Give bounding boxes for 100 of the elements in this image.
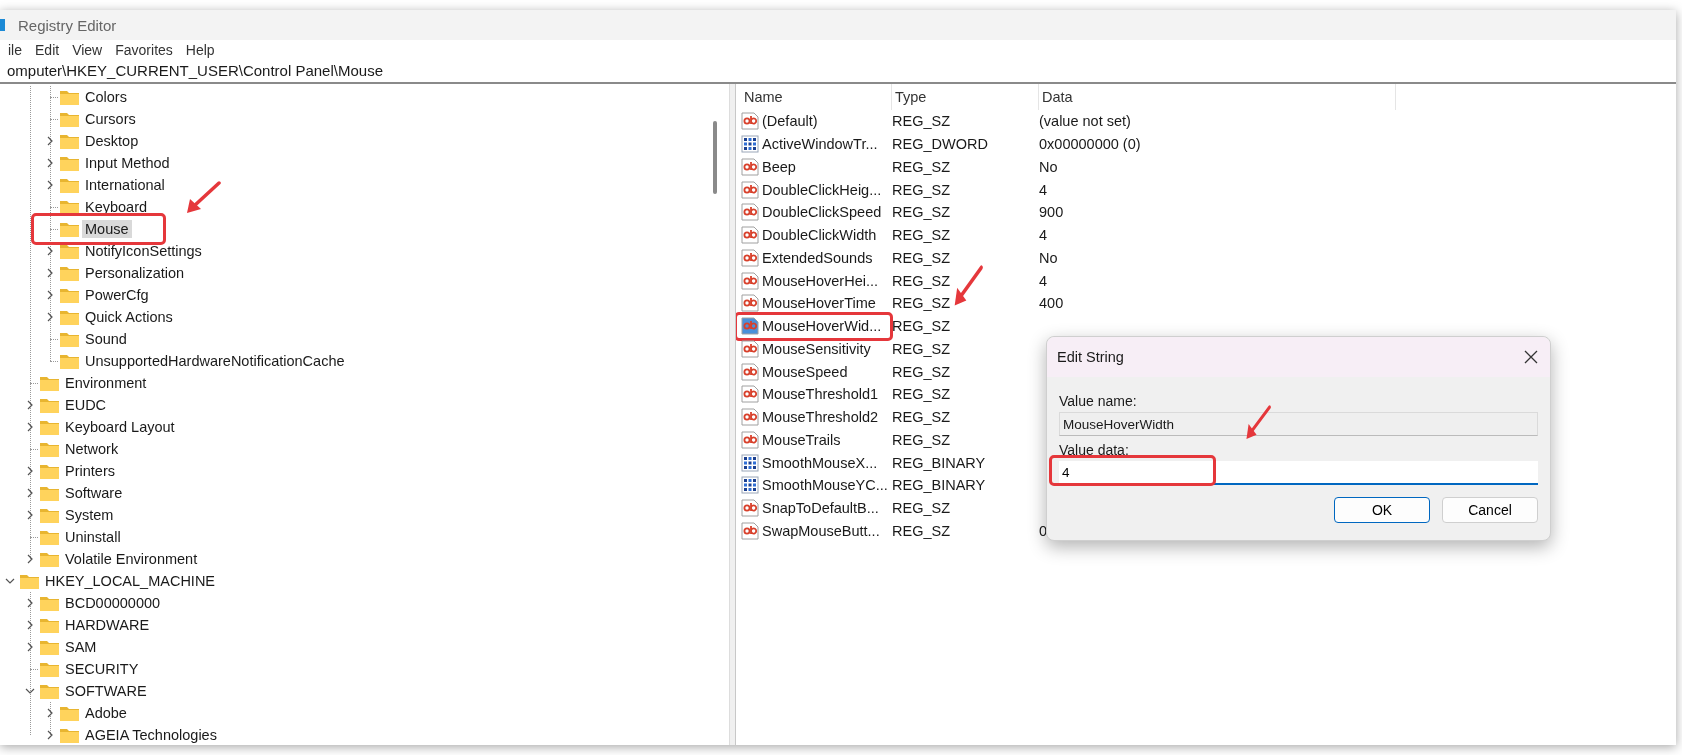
value-name[interactable]: MouseHoverWid...	[762, 318, 882, 335]
value-type: REG_SZ	[892, 227, 950, 244]
menu-item[interactable]: View	[72, 41, 116, 58]
value-name[interactable]: SwapMouseButt...	[762, 522, 880, 539]
tree-item[interactable]: SECURITY	[62, 660, 142, 678]
column-header[interactable]: Data	[1039, 84, 1396, 110]
dialog-title: Edit String	[1057, 349, 1124, 365]
chevron-right-icon[interactable]	[45, 180, 55, 190]
app-icon	[0, 17, 8, 33]
tree-item[interactable]: HARDWARE	[62, 616, 153, 634]
chevron-right-icon[interactable]	[25, 620, 35, 630]
value-type: REG_SZ	[892, 431, 950, 448]
chevron-right-icon[interactable]	[45, 268, 55, 278]
chevron-right-icon[interactable]	[45, 136, 55, 146]
chevron-right-icon[interactable]	[25, 510, 35, 520]
tree-item[interactable]: HKEY_LOCAL_MACHINE	[42, 572, 219, 590]
tree-item[interactable]: Environment	[62, 374, 150, 392]
string-value-icon	[741, 521, 759, 540]
tree-item[interactable]: AGEIA Technologies	[82, 726, 220, 744]
menu-item[interactable]: Edit	[35, 41, 73, 58]
column-header[interactable]: Name	[741, 84, 892, 110]
menu-item[interactable]: Help	[185, 41, 228, 58]
tree-item[interactable]: System	[62, 506, 117, 524]
tree-item[interactable]: Sound	[82, 330, 130, 348]
menu-item[interactable]: ile	[8, 41, 35, 58]
folder-icon	[40, 529, 59, 545]
chevron-right-icon[interactable]	[45, 158, 55, 168]
value-name[interactable]: MouseTrails	[762, 431, 841, 448]
value-name[interactable]: SmoothMouseX...	[762, 454, 878, 471]
value-name[interactable]: MouseHoverTime	[762, 295, 876, 312]
value-name[interactable]: MouseHoverHei...	[762, 272, 879, 289]
value-name[interactable]: (Default)	[762, 113, 818, 130]
tree-item[interactable]: Colors	[82, 88, 130, 106]
tree-item[interactable]: BCD00000000	[62, 594, 164, 612]
value-name[interactable]: DoubleClickSpeed	[762, 204, 882, 221]
chevron-right-icon[interactable]	[45, 246, 55, 256]
value-type: REG_SZ	[892, 386, 950, 403]
tree-item[interactable]: SOFTWARE	[62, 682, 150, 700]
chevron-down-icon[interactable]	[5, 576, 15, 586]
tree-item[interactable]: PowerCfg	[82, 286, 152, 304]
chevron-right-icon[interactable]	[25, 642, 35, 652]
folder-icon	[60, 133, 79, 149]
chevron-right-icon[interactable]	[25, 598, 35, 608]
close-icon[interactable]	[1524, 350, 1538, 364]
tree-item[interactable]: NotifyIconSettings	[82, 242, 205, 260]
dialog-button[interactable]: OK	[1334, 497, 1430, 523]
value-name[interactable]: MouseThreshold2	[762, 409, 879, 426]
tree-item[interactable]: Adobe	[82, 704, 130, 722]
value-data: 400	[1039, 295, 1064, 312]
menu-item[interactable]: Favorites	[115, 41, 186, 58]
column-header[interactable]: Type	[892, 84, 1039, 110]
dialog-button[interactable]: Cancel	[1442, 497, 1538, 523]
tree-item[interactable]: Personalization	[82, 264, 188, 282]
tree-item[interactable]: SAM	[62, 638, 100, 656]
value-name[interactable]: ExtendedSounds	[762, 249, 873, 266]
value-name[interactable]: SmoothMouseYC...	[762, 477, 888, 494]
chevron-right-icon[interactable]	[45, 290, 55, 300]
value-data: 4	[1039, 272, 1048, 289]
value-type: REG_SZ	[892, 181, 950, 198]
chevron-right-icon[interactable]	[45, 312, 55, 322]
tree-item[interactable]: Quick Actions	[82, 308, 176, 326]
value-data-field[interactable]: 4	[1059, 461, 1538, 485]
value-name[interactable]: MouseSpeed	[762, 363, 848, 380]
chevron-right-icon[interactable]	[25, 400, 35, 410]
value-data: 0	[1039, 522, 1048, 539]
tree-item[interactable]: International	[82, 176, 168, 194]
folder-icon	[40, 419, 59, 435]
tree-item[interactable]: Desktop	[82, 132, 142, 150]
chevron-right-icon[interactable]	[45, 708, 55, 718]
address-bar[interactable]: omputer\HKEY_CURRENT_USER\Control Panel\Mouse	[0, 59, 1676, 84]
value-name[interactable]: Beep	[762, 158, 796, 175]
folder-icon	[60, 287, 79, 303]
chevron-down-icon[interactable]	[25, 686, 35, 696]
chevron-right-icon[interactable]	[25, 466, 35, 476]
value-name[interactable]: MouseThreshold1	[762, 386, 879, 403]
tree-item[interactable]: Cursors	[82, 110, 139, 128]
tree-item[interactable]: UnsupportedHardwareNotificationCache	[82, 352, 348, 370]
folder-icon	[40, 375, 59, 391]
tree-item[interactable]: Uninstall	[62, 528, 124, 546]
chevron-right-icon[interactable]	[45, 730, 55, 740]
tree-item[interactable]: Keyboard	[82, 198, 151, 216]
value-name[interactable]: MouseSensitivity	[762, 340, 871, 357]
value-name[interactable]: ActiveWindowTr...	[762, 136, 878, 153]
value-type: REG_SZ	[892, 340, 950, 357]
tree-item[interactable]: EUDC	[62, 396, 110, 414]
value-name[interactable]: DoubleClickWidth	[762, 227, 877, 244]
chevron-right-icon[interactable]	[25, 488, 35, 498]
chevron-right-icon[interactable]	[25, 554, 35, 564]
string-value-icon	[741, 180, 759, 199]
tree-item[interactable]: Volatile Environment	[62, 550, 201, 568]
chevron-right-icon[interactable]	[25, 422, 35, 432]
tree-item[interactable]: Input Method	[82, 154, 173, 172]
value-name[interactable]: SnapToDefaultB...	[762, 500, 879, 517]
value-name[interactable]: DoubleClickHeig...	[762, 181, 882, 198]
tree-item[interactable]: Mouse	[82, 220, 132, 238]
tree-item[interactable]: Printers	[62, 462, 118, 480]
tree-item[interactable]: Keyboard Layout	[62, 418, 178, 436]
tree-item[interactable]: Software	[62, 484, 126, 502]
tree-item[interactable]: Network	[62, 440, 122, 458]
value-name-field[interactable]: MouseHoverWidth	[1059, 412, 1538, 436]
